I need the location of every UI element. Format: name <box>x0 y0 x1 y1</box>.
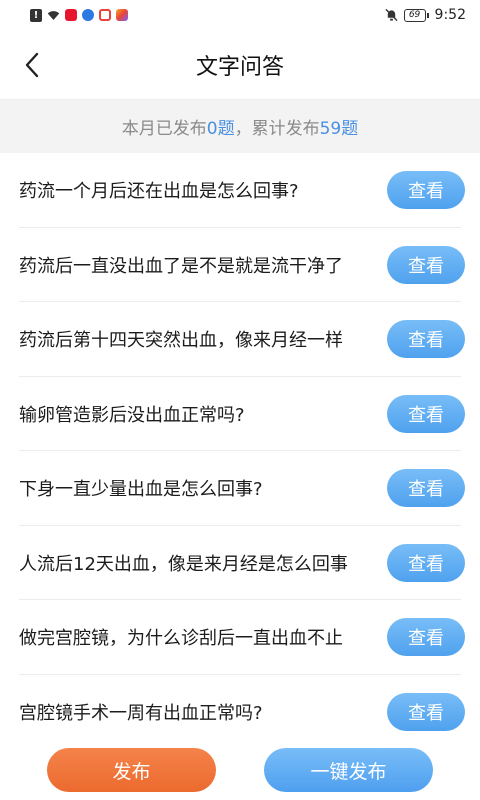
list-item[interactable]: 药流后一直没出血了是不是就是流干净了 查看 <box>0 228 480 303</box>
status-icons-right: 69 9:52 <box>384 7 466 23</box>
one-click-publish-button[interactable]: 一键发布 <box>264 748 433 792</box>
question-text: 药流后第十四天突然出血，像来月经一样 <box>19 330 343 352</box>
question-text: 药流后一直没出血了是不是就是流干净了 <box>19 255 343 277</box>
app-blue-icon <box>82 9 94 21</box>
publish-summary: 本月已发布 0题 ，累计发布 59题 <box>0 100 480 153</box>
view-button[interactable]: 查看 <box>387 245 465 284</box>
list-item[interactable]: 宫腔镜手术一周有出血正常吗? 查看 <box>0 675 480 750</box>
view-button[interactable]: 查看 <box>387 171 465 210</box>
view-button[interactable]: 查看 <box>387 692 465 731</box>
weibo-icon <box>65 9 77 21</box>
status-time: 9:52 <box>434 7 466 23</box>
app-multicolor-icon <box>116 9 128 21</box>
view-button[interactable]: 查看 <box>387 320 465 359</box>
month-count: 0题 <box>206 119 235 139</box>
view-button[interactable]: 查看 <box>387 394 465 433</box>
list-item[interactable]: 下身一直少量出血是怎么回事? 查看 <box>0 451 480 526</box>
bottom-action-bar: 发布 一键发布 <box>0 740 480 800</box>
page-title: 文字问答 <box>195 54 284 80</box>
list-item[interactable]: 输卵管造影后没出血正常吗? 查看 <box>0 377 480 452</box>
summary-prefix: 本月已发布 <box>121 119 207 139</box>
list-item[interactable]: 药流一个月后还在出血是怎么回事? 查看 <box>0 153 480 228</box>
battery-icon: 69 <box>403 8 429 22</box>
publish-button[interactable]: 发布 <box>47 748 216 792</box>
status-icons-left: ! <box>30 8 128 22</box>
question-text: 做完宫腔镜，为什么诊刮后一直出血不止 <box>19 628 343 650</box>
question-text: 下身一直少量出血是怎么回事? <box>19 479 263 501</box>
list-item[interactable]: 药流后第十四天突然出血，像来月经一样 查看 <box>0 302 480 377</box>
question-text: 输卵管造影后没出血正常吗? <box>19 404 245 426</box>
question-text: 人流后12天出血，像是来月经是怎么回事 <box>19 553 348 575</box>
list-item[interactable]: 人流后12天出血，像是来月经是怎么回事 查看 <box>0 526 480 601</box>
back-button[interactable] <box>14 47 50 83</box>
bell-muted-icon <box>384 8 398 22</box>
summary-middle: ，累计发布 <box>234 119 320 139</box>
wifi-icon <box>47 9 60 22</box>
view-button[interactable]: 查看 <box>387 469 465 508</box>
chevron-left-icon <box>25 52 39 78</box>
nav-bar: 文字问答 <box>0 30 480 100</box>
view-button[interactable]: 查看 <box>387 543 465 582</box>
alert-icon: ! <box>30 8 42 22</box>
question-text: 宫腔镜手术一周有出血正常吗? <box>19 702 263 724</box>
battery-level: 69 <box>403 8 426 22</box>
total-count: 59题 <box>319 119 359 139</box>
view-button[interactable]: 查看 <box>387 618 465 657</box>
question-list: 药流一个月后还在出血是怎么回事? 查看 药流后一直没出血了是不是就是流干净了 查… <box>0 153 480 749</box>
status-bar: ! 69 9:52 <box>0 0 480 30</box>
app-red-icon <box>99 9 111 21</box>
question-text: 药流一个月后还在出血是怎么回事? <box>19 181 299 203</box>
list-item[interactable]: 做完宫腔镜，为什么诊刮后一直出血不止 查看 <box>0 600 480 675</box>
